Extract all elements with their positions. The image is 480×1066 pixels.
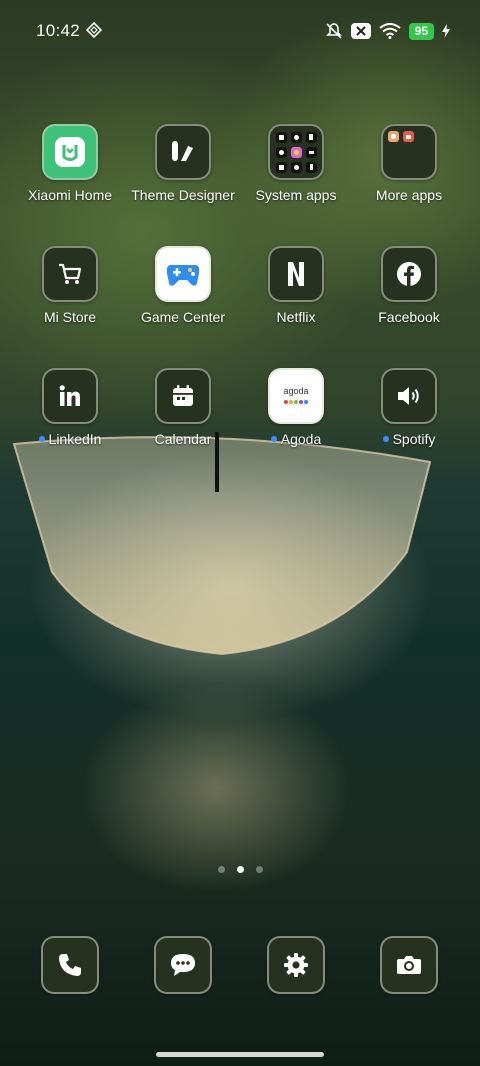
camera-icon bbox=[380, 936, 438, 994]
home-gesture-bar[interactable] bbox=[156, 1052, 324, 1057]
app-label: Netflix bbox=[276, 309, 316, 325]
app-label: LinkedIn bbox=[14, 431, 126, 447]
app-agoda[interactable]: agoda Agoda bbox=[240, 368, 352, 447]
app-xiaomi-home[interactable]: Xiaomi Home bbox=[14, 124, 126, 203]
app-label: Theme Designer bbox=[131, 187, 235, 203]
app-linkedin[interactable]: LinkedIn bbox=[14, 368, 126, 447]
app-label-text: Agoda bbox=[280, 431, 322, 447]
umbrella-bowl-image bbox=[12, 432, 432, 656]
notification-dot bbox=[270, 436, 277, 443]
folder-icon bbox=[268, 124, 324, 180]
notification-dot bbox=[38, 436, 45, 443]
mute-icon bbox=[325, 23, 342, 39]
cart-icon bbox=[42, 246, 98, 302]
app-label-text: Spotify bbox=[392, 431, 436, 447]
folder-more-apps[interactable]: More apps bbox=[353, 124, 465, 203]
app-label: Xiaomi Home bbox=[27, 187, 113, 203]
status-time: 10:42 bbox=[36, 21, 81, 40]
charging-bolt-icon bbox=[442, 24, 450, 38]
agoda-icon: agoda bbox=[268, 368, 324, 424]
linkedin-icon bbox=[42, 368, 98, 424]
app-label: Spotify bbox=[353, 431, 465, 447]
status-bar: 10:42 95 bbox=[0, 0, 480, 62]
app-label-text: LinkedIn bbox=[48, 431, 102, 447]
app-label: Game Center bbox=[140, 309, 226, 325]
speaker-icon bbox=[381, 368, 437, 424]
netflix-icon bbox=[268, 246, 324, 302]
page-dot-active[interactable] bbox=[236, 866, 244, 873]
battery-level: 95 bbox=[408, 22, 434, 40]
app-netflix[interactable]: Netflix bbox=[240, 246, 352, 325]
app-theme-designer[interactable]: Theme Designer bbox=[127, 124, 239, 203]
page-dot[interactable] bbox=[255, 866, 263, 873]
page-dot[interactable] bbox=[217, 866, 225, 873]
dock-settings[interactable] bbox=[240, 936, 352, 994]
wifi-icon bbox=[379, 23, 401, 39]
dock-messages[interactable] bbox=[127, 936, 239, 994]
agoda-logo-text: agoda bbox=[283, 386, 309, 396]
app-spotify[interactable]: Spotify bbox=[353, 368, 465, 447]
gamepad-icon bbox=[155, 246, 211, 302]
app-label: Mi Store bbox=[43, 309, 97, 325]
phone-icon bbox=[41, 936, 99, 994]
app-label: System apps bbox=[255, 187, 337, 203]
dock-camera[interactable] bbox=[353, 936, 465, 994]
x-badge-icon bbox=[350, 23, 371, 39]
app-calendar[interactable]: Calendar bbox=[127, 368, 239, 447]
xiaomi-home-icon bbox=[42, 124, 98, 180]
app-label: Calendar bbox=[154, 431, 212, 447]
folder-system-apps[interactable]: System apps bbox=[240, 124, 352, 203]
dock-phone[interactable] bbox=[14, 936, 126, 994]
app-label: Agoda bbox=[240, 431, 352, 447]
app-mi-store[interactable]: Mi Store bbox=[14, 246, 126, 325]
calendar-icon bbox=[155, 368, 211, 424]
folder-icon bbox=[381, 124, 437, 180]
page-indicator bbox=[0, 866, 480, 873]
app-label: Facebook bbox=[378, 309, 440, 325]
notification-dot bbox=[382, 436, 389, 443]
theme-designer-icon bbox=[155, 124, 211, 180]
app-facebook[interactable]: Facebook bbox=[353, 246, 465, 325]
messages-icon bbox=[154, 936, 212, 994]
settings-gear-icon bbox=[267, 936, 325, 994]
app-game-center[interactable]: Game Center bbox=[127, 246, 239, 325]
facebook-icon bbox=[381, 246, 437, 302]
vpn-diamond-icon bbox=[86, 22, 102, 38]
app-label: More apps bbox=[375, 187, 443, 203]
